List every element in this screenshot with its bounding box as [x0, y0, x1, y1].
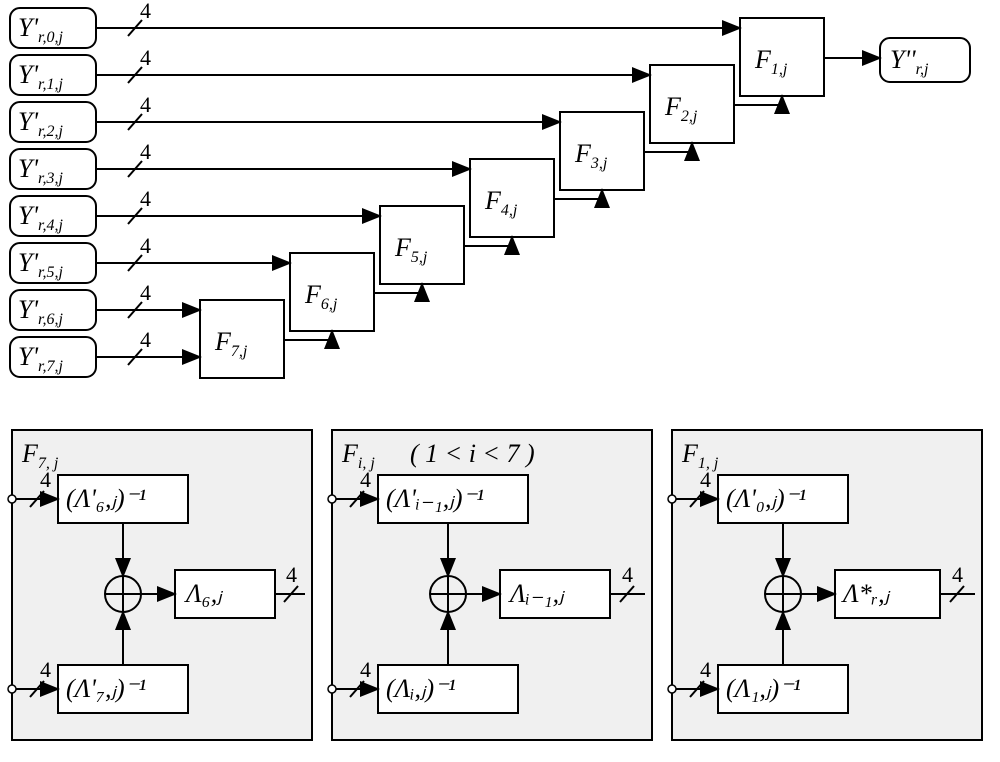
input-5: Y'r,5,j: [10, 243, 96, 283]
svg-text:4: 4: [700, 467, 711, 492]
svg-text:4: 4: [622, 562, 633, 587]
svg-text:4: 4: [40, 657, 51, 682]
svg-text:4: 4: [140, 280, 151, 305]
svg-text:Λ₆,ⱼ: Λ₆,ⱼ: [183, 579, 223, 608]
svg-text:Λ*ᵣ,ⱼ: Λ*ᵣ,ⱼ: [840, 579, 891, 608]
detail-panel-0: F7, j (Λ'₆,ⱼ)⁻¹ (Λ'₇,ⱼ)⁻¹ Λ₆,ⱼ: [8, 430, 312, 740]
svg-text:4: 4: [360, 657, 371, 682]
svg-text:(Λ'₆,ⱼ)⁻¹: (Λ'₆,ⱼ)⁻¹: [66, 484, 146, 513]
input-0: Y'r,0,j: [10, 8, 96, 48]
svg-text:(Λ'₇,ⱼ)⁻¹: (Λ'₇,ⱼ)⁻¹: [66, 674, 146, 703]
detail-panel-2: F1, j (Λ'₀,ⱼ)⁻¹ (Λ₁,ⱼ)⁻¹ Λ*ᵣ,ⱼ 4 4 4: [668, 430, 982, 740]
svg-text:4: 4: [140, 233, 151, 258]
input-1: Y'r,1,j: [10, 55, 96, 95]
svg-text:4: 4: [140, 0, 151, 23]
svg-text:4: 4: [140, 139, 151, 164]
detail-panels: F7, j (Λ'₆,ⱼ)⁻¹ (Λ'₇,ⱼ)⁻¹ Λ₆,ⱼ: [8, 430, 982, 740]
input-7: Y'r,7,j: [10, 337, 96, 377]
fblock-f6: F6,j: [290, 253, 374, 331]
input-6: Y'r,6,j: [10, 290, 96, 330]
svg-text:4: 4: [140, 92, 151, 117]
fblock-f4: F4,j: [470, 159, 554, 237]
top-structure: Y'r,0,j Y'r,1,j Y'r,2,j Y'r,3,j Y'r,4,j …: [10, 0, 970, 378]
fblock-f3: F3,j: [560, 112, 644, 190]
input-3: Y'r,3,j: [10, 149, 96, 189]
svg-text:4: 4: [700, 657, 711, 682]
svg-text:4: 4: [40, 467, 51, 492]
svg-text:4: 4: [360, 467, 371, 492]
detail-panel-1: Fi, j ( 1 < i < 7 ) (Λ'ᵢ₋₁,ⱼ)⁻¹ (Λᵢ,ⱼ)⁻¹…: [328, 430, 652, 740]
output-box: Y''r,j: [880, 38, 970, 82]
fblock-f1: F1,j: [740, 18, 824, 96]
input-4: Y'r,4,j: [10, 196, 96, 236]
diagram-canvas: Y'r,0,j Y'r,1,j Y'r,2,j Y'r,3,j Y'r,4,j …: [0, 0, 1000, 762]
svg-text:4: 4: [140, 327, 151, 352]
fblock-f5: F5,j: [380, 206, 464, 284]
fblock-f7: F7,j: [200, 300, 284, 378]
svg-text:4: 4: [140, 186, 151, 211]
svg-text:(Λ₁,ⱼ)⁻¹: (Λ₁,ⱼ)⁻¹: [726, 674, 801, 703]
svg-text:(Λᵢ,ⱼ)⁻¹: (Λᵢ,ⱼ)⁻¹: [386, 674, 456, 703]
svg-text:Λᵢ₋₁,ⱼ: Λᵢ₋₁,ⱼ: [507, 579, 565, 608]
svg-text:(Λ'ᵢ₋₁,ⱼ)⁻¹: (Λ'ᵢ₋₁,ⱼ)⁻¹: [386, 484, 484, 513]
input-2: Y'r,2,j: [10, 102, 96, 142]
svg-text:4: 4: [952, 562, 963, 587]
svg-text:( 1 < i < 7 ): ( 1 < i < 7 ): [410, 439, 535, 468]
fblock-f2: F2,j: [650, 65, 734, 143]
svg-text:(Λ'₀,ⱼ)⁻¹: (Λ'₀,ⱼ)⁻¹: [726, 484, 806, 513]
svg-text:4: 4: [140, 45, 151, 70]
inputs-group: Y'r,0,j Y'r,1,j Y'r,2,j Y'r,3,j Y'r,4,j …: [10, 8, 96, 377]
svg-text:4: 4: [286, 562, 297, 587]
